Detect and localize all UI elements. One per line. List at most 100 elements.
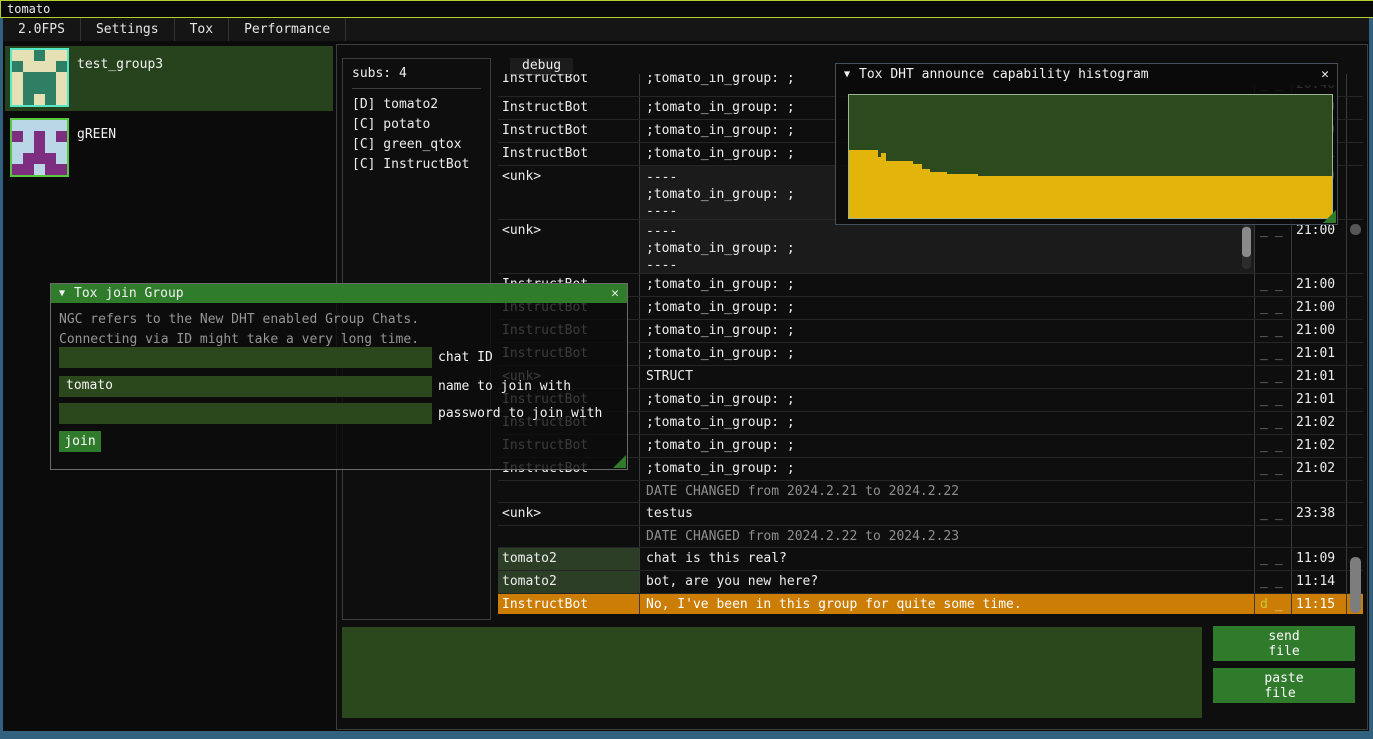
group-name: test_group3	[77, 57, 163, 72]
message-sender: InstructBot	[498, 120, 640, 142]
tab-debug[interactable]: debug	[510, 58, 573, 75]
date-changed-text: DATE CHANGED from 2024.2.22 to 2024.2.23	[640, 526, 1255, 547]
menu-item-tox[interactable]: Tox	[175, 18, 229, 41]
status-mark: _	[1275, 392, 1283, 411]
message-sender: tomato2	[498, 571, 640, 593]
status-mark: _	[1275, 551, 1283, 570]
collapse-arrow-icon[interactable]: ▼	[844, 69, 850, 80]
histogram-bar	[978, 176, 1332, 218]
chat-message-row: InstructBotNo, I've been in this group f…	[498, 594, 1363, 614]
status-mark: _	[1275, 277, 1283, 296]
scrollbar-gutter	[1347, 366, 1363, 388]
message-line: ----	[646, 223, 1254, 240]
join-input-name-to-join-with[interactable]: tomato	[59, 376, 432, 397]
dht-histogram-plot	[848, 94, 1333, 219]
message-sender: <unk>	[498, 220, 640, 273]
message-status: __	[1255, 343, 1292, 365]
paste-file-button[interactable]: paste file	[1213, 668, 1355, 703]
join-input-chat-id[interactable]	[59, 347, 432, 368]
message-status: __	[1255, 220, 1292, 273]
status-mark: _	[1275, 461, 1283, 480]
dht-histogram-titlebar[interactable]: ▼ Tox DHT announce capability histogram …	[836, 64, 1337, 85]
status-mark: _	[1260, 223, 1268, 273]
message-time: 11:15	[1292, 594, 1347, 614]
window-frame-bottom	[0, 731, 1373, 739]
member-tomato2[interactable]: [D] tomato2	[352, 95, 490, 115]
message-status: d_	[1255, 594, 1292, 614]
message-time	[1292, 481, 1347, 502]
menu-item-2-0fps[interactable]: 2.0FPS	[3, 18, 81, 41]
message-text: ;tomato_in_group: ;	[640, 274, 1255, 296]
subs-member-list: [D] tomato2[C] potato[C] green_qtox[C] I…	[352, 95, 490, 175]
message-status: __	[1255, 435, 1292, 457]
chat-message-row: tomato2chat is this real?__11:09	[498, 548, 1363, 571]
message-sender: tomato2	[498, 548, 640, 570]
group-row-test_group3[interactable]: test_group3	[5, 46, 333, 111]
join-field-label: password to join with	[438, 406, 602, 421]
message-sender: InstructBot	[498, 97, 640, 119]
message-text: ;tomato_in_group: ;	[640, 320, 1255, 342]
message-text: ;tomato_in_group: ;	[640, 435, 1255, 457]
menu-bar: 2.0FPSSettingsToxPerformance	[3, 18, 1369, 41]
scrollbar-gutter	[1347, 166, 1363, 219]
chat-scrollbar-fragment[interactable]	[1350, 224, 1361, 235]
scrollbar-gutter	[1347, 435, 1363, 457]
join-group-titlebar[interactable]: ▼ Tox join Group ✕	[51, 284, 627, 303]
scrollbar-gutter	[1347, 120, 1363, 142]
window-title-bar: tomato	[0, 0, 1373, 18]
message-text: No, I've been in this group for quite so…	[640, 594, 1255, 614]
close-icon[interactable]: ✕	[611, 286, 619, 301]
status-mark: _	[1275, 323, 1283, 342]
chat-scrollbar[interactable]	[1350, 557, 1361, 613]
message-scrollbar-handle[interactable]	[1242, 227, 1251, 257]
menu-item-settings[interactable]: Settings	[81, 18, 175, 41]
message-input[interactable]	[342, 627, 1202, 718]
collapse-arrow-icon[interactable]: ▼	[59, 288, 65, 299]
scrollbar-gutter	[1347, 74, 1363, 96]
message-time: 21:02	[1292, 435, 1347, 457]
status-mark: _	[1260, 415, 1268, 434]
close-icon[interactable]: ✕	[1321, 67, 1329, 82]
status-mark: _	[1260, 438, 1268, 457]
resize-grip[interactable]	[613, 455, 626, 468]
subs-header: subs: 4	[352, 66, 490, 81]
message-status	[1255, 526, 1292, 547]
status-mark: _	[1260, 392, 1268, 411]
message-status: __	[1255, 548, 1292, 570]
histogram-bar	[922, 169, 929, 218]
message-time: 21:01	[1292, 389, 1347, 411]
join-button[interactable]: join	[59, 431, 101, 452]
join-input-password-to-join-with[interactable]	[59, 403, 432, 424]
message-status: __	[1255, 389, 1292, 411]
send-file-button[interactable]: send file	[1213, 626, 1355, 661]
member-potato[interactable]: [C] potato	[352, 115, 490, 135]
join-group-title: Tox join Group	[74, 286, 184, 301]
scrollbar-gutter	[1347, 526, 1363, 547]
histogram-bar	[947, 174, 978, 218]
scrollbar-gutter	[1347, 412, 1363, 434]
group-name: gREEN	[77, 127, 116, 142]
status-mark: _	[1275, 597, 1283, 614]
histogram-bar	[886, 161, 913, 218]
message-time: 21:01	[1292, 366, 1347, 388]
message-sender: InstructBot	[498, 74, 640, 96]
status-mark: _	[1260, 574, 1268, 593]
member-green_qtox[interactable]: [C] green_qtox	[352, 135, 490, 155]
group-row-gREEN[interactable]: gREEN	[5, 116, 333, 181]
message-time: 21:00	[1292, 274, 1347, 296]
member-InstructBot[interactable]: [C] InstructBot	[352, 155, 490, 175]
resize-grip[interactable]	[1323, 210, 1336, 223]
message-sender: <unk>	[498, 166, 640, 219]
dht-histogram-window: ▼ Tox DHT announce capability histogram …	[835, 63, 1338, 225]
scrollbar-gutter	[1347, 389, 1363, 411]
status-mark: _	[1260, 300, 1268, 319]
message-status	[1255, 481, 1292, 502]
message-text: ;tomato_in_group: ;	[640, 343, 1255, 365]
status-mark: _	[1275, 506, 1283, 525]
menu-item-performance[interactable]: Performance	[229, 18, 346, 41]
dht-histogram-title: Tox DHT announce capability histogram	[859, 67, 1149, 82]
scrollbar-gutter	[1347, 143, 1363, 165]
status-mark: _	[1275, 574, 1283, 593]
message-status: __	[1255, 503, 1292, 525]
scrollbar-gutter	[1347, 503, 1363, 525]
